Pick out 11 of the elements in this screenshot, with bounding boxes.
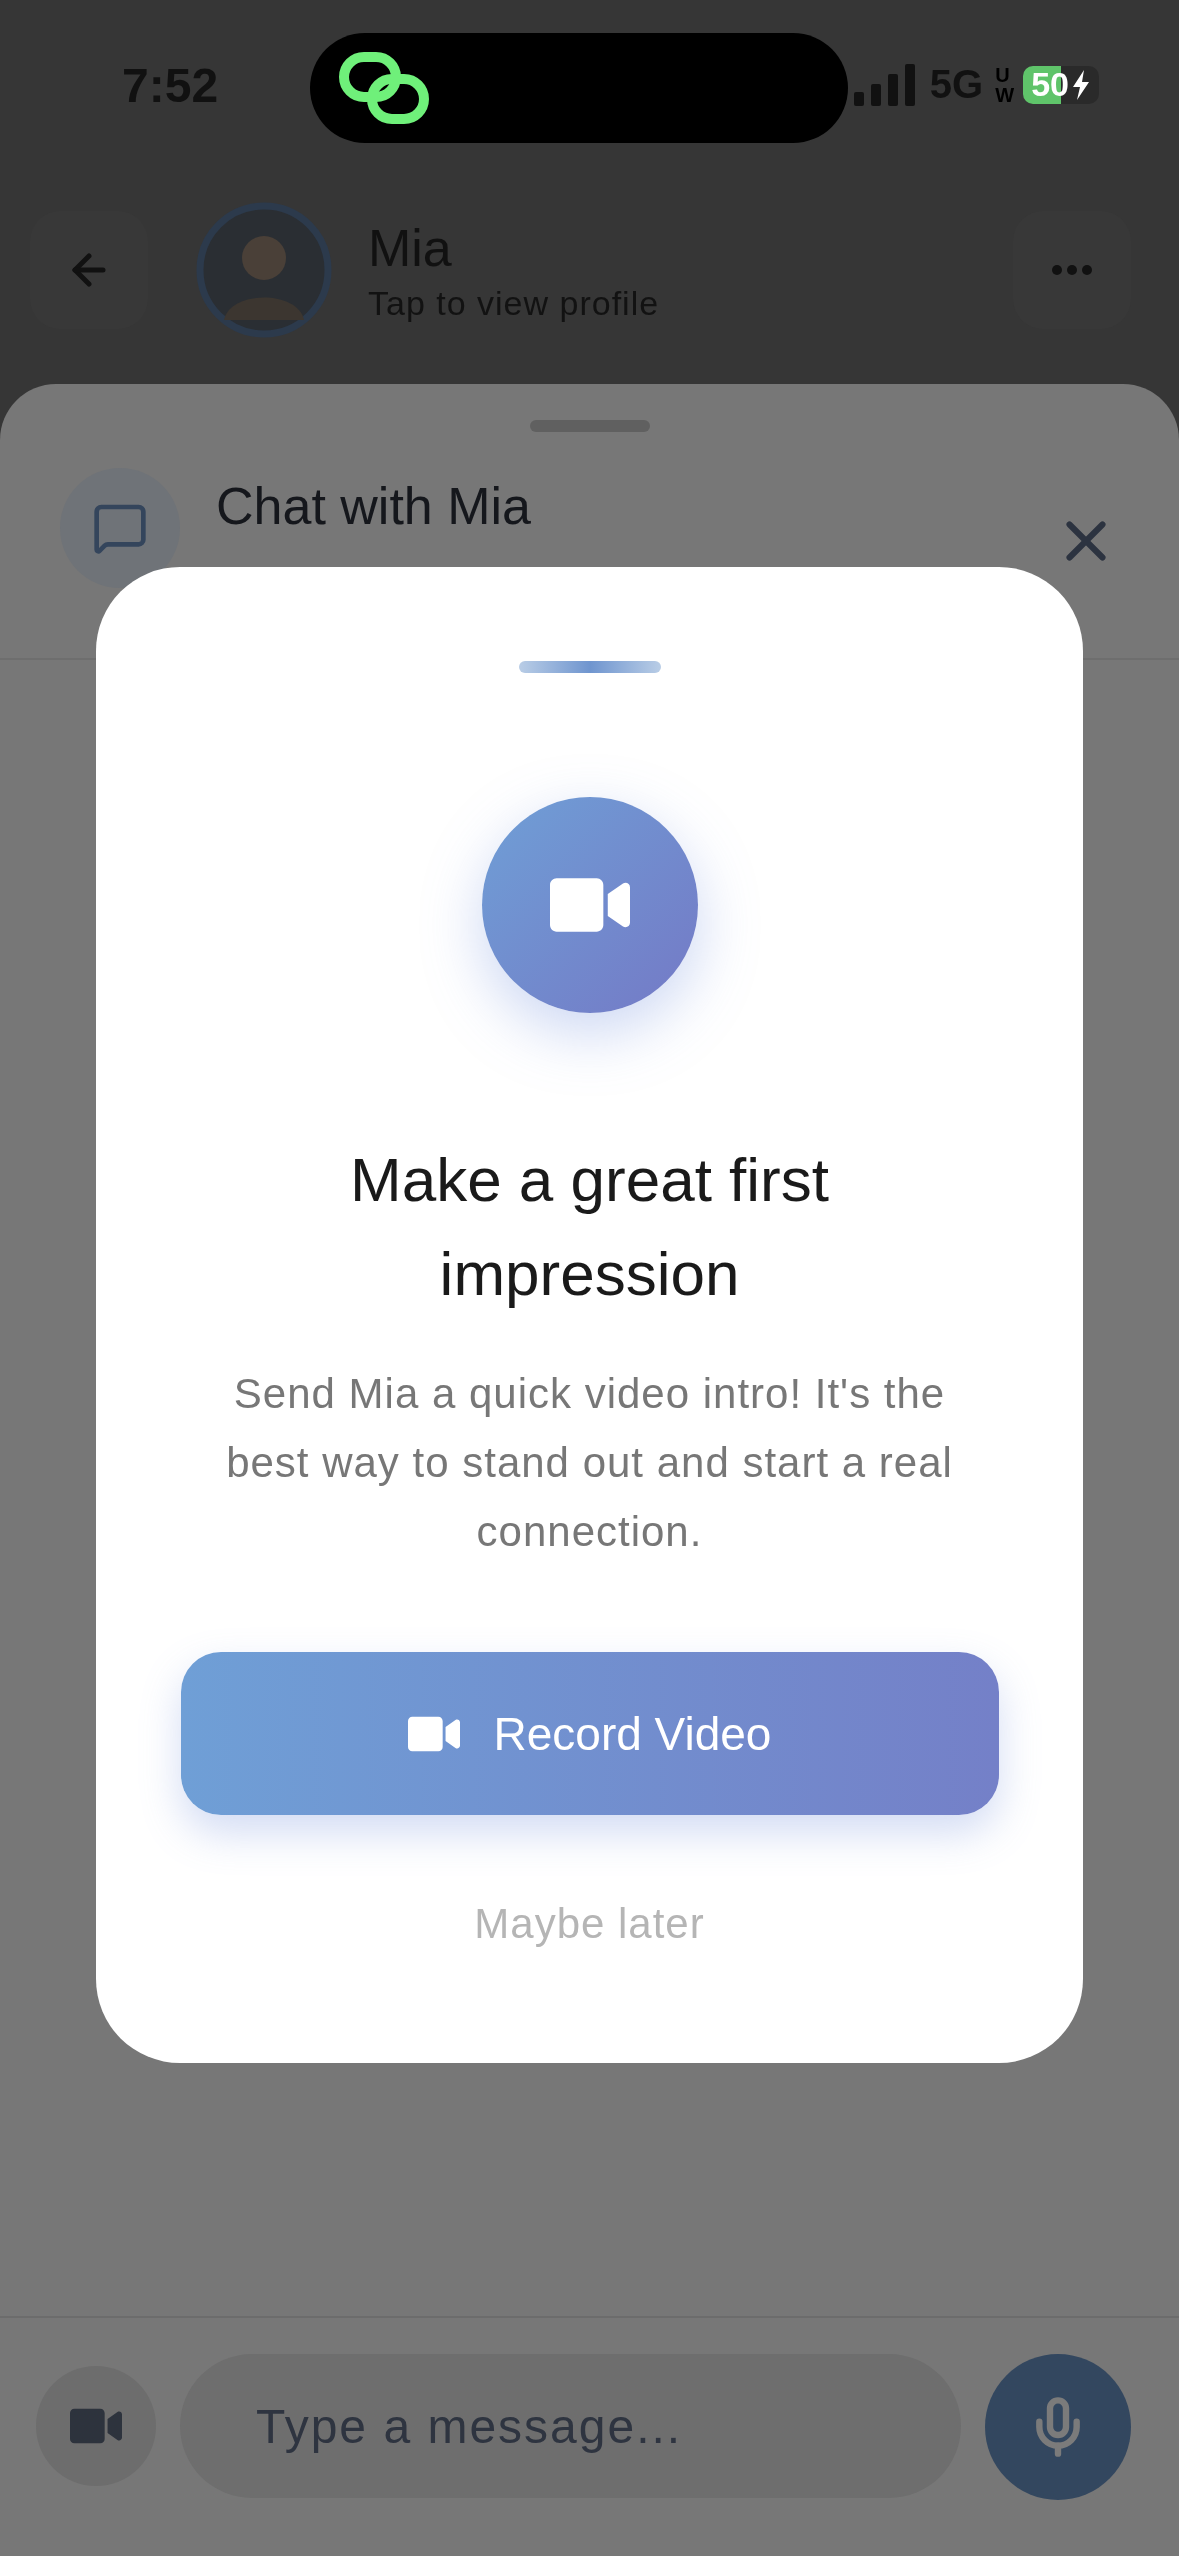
link-icon bbox=[338, 51, 430, 125]
record-video-button[interactable]: Record Video bbox=[180, 1652, 999, 1815]
signal-icon bbox=[853, 63, 918, 106]
more-icon bbox=[1052, 265, 1092, 275]
modal-message: Send Mia a quick video intro! It's the best way to stand out and start a real connection. bbox=[225, 1369, 954, 1557]
sheet-title: Chat with Mia bbox=[216, 476, 532, 536]
modal-handle[interactable] bbox=[518, 661, 661, 673]
modal-title: Make a great first impression bbox=[349, 1144, 830, 1310]
avatar[interactable] bbox=[196, 202, 332, 338]
maybe-later-button[interactable]: Maybe later bbox=[468, 1899, 711, 1949]
message-input[interactable]: Type a message... bbox=[180, 2354, 961, 2498]
